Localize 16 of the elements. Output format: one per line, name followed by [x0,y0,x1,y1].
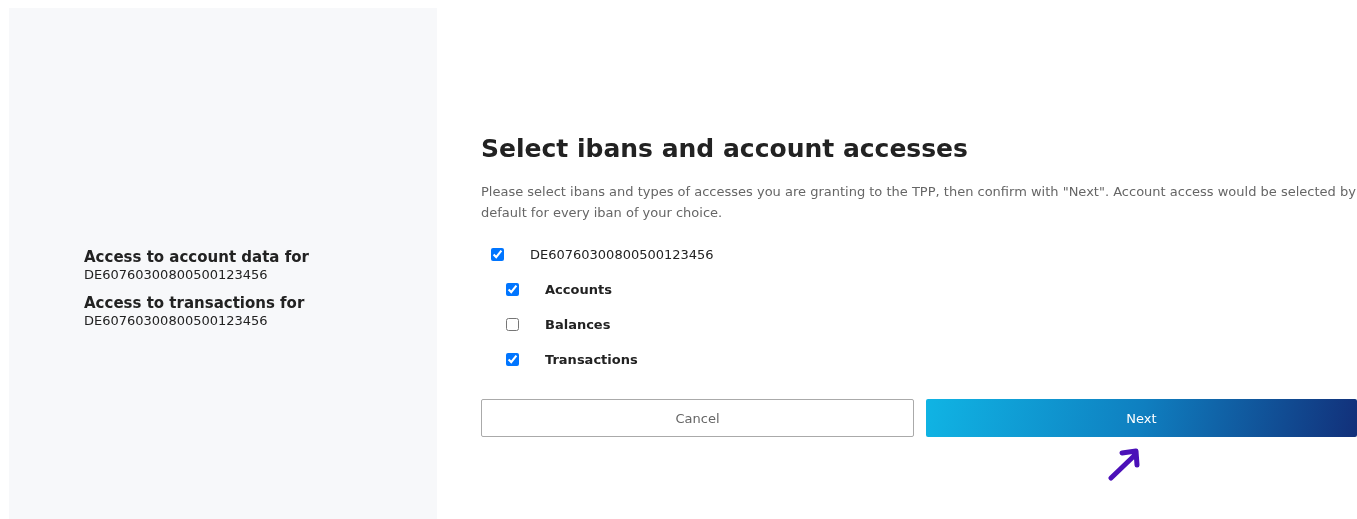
access-checkbox[interactable] [506,353,519,366]
access-checkbox[interactable] [506,318,519,331]
next-button[interactable]: Next [926,399,1357,437]
iban-checkbox[interactable] [491,248,504,261]
access-label: Accounts [545,282,612,297]
summary-iban: DE60760300800500123456 [84,267,269,282]
summary-iban: DE60760300800500123456 [84,313,269,328]
access-checkbox[interactable] [506,283,519,296]
summary-label: Access to account data for [84,248,309,266]
description: Please select ibans and types of accesses you are granting to the TPP, then confirm with "Next". Account access would be selected by default for every iban of your choice. [481,183,1357,222]
page-title: Select ibans and account accesses [481,134,969,163]
access-label: Transactions [545,352,638,367]
summary-label: Access to transactions for [84,294,306,312]
access-label: Balances [545,317,611,332]
cancel-button[interactable]: Cancel [481,399,914,437]
iban-label: DE60760300800500123456 [530,247,714,262]
